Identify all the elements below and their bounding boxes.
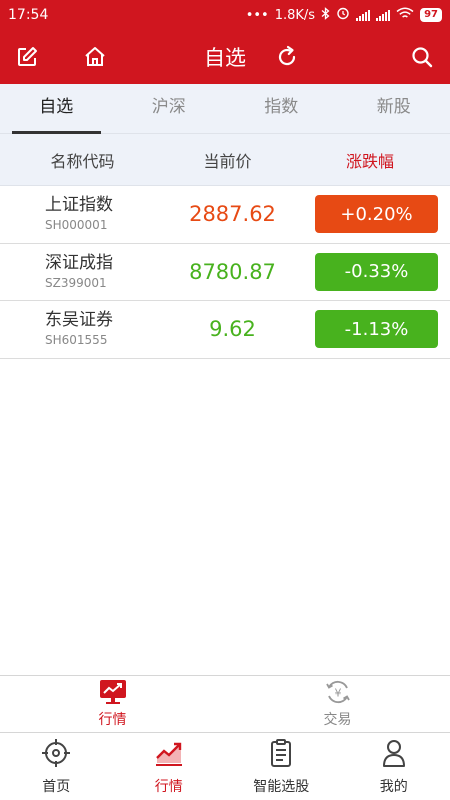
nav-market-label: 行情: [154, 778, 183, 795]
column-name-code[interactable]: 名称代码: [0, 148, 165, 172]
nav-mine[interactable]: 我的: [338, 733, 450, 800]
clipboard-icon: [266, 738, 296, 772]
nav-mine-label: 我的: [379, 778, 408, 795]
stock-code: SH601555: [45, 333, 108, 348]
svg-text:¥: ¥: [334, 687, 341, 700]
stock-change-cell: -0.33%: [300, 252, 450, 291]
yuan-exchange-icon: ¥: [324, 679, 352, 709]
change-badge[interactable]: +0.20%: [315, 195, 438, 234]
tab-new-shares[interactable]: 新股: [338, 84, 450, 133]
stock-change-cell: +0.20%: [300, 195, 450, 234]
stock-name-cell: 东吴证券 SH601555: [0, 309, 165, 349]
nav-home-label: 首页: [42, 778, 71, 795]
chart-monitor-icon: [99, 679, 127, 709]
status-right: ••• 1.8K/s 97: [246, 6, 442, 24]
page-title: 自选: [204, 46, 246, 70]
home-icon[interactable]: [78, 40, 112, 74]
wifi-icon: [396, 7, 414, 24]
stock-row[interactable]: 深证成指 SZ399001 8780.87 -0.33%: [0, 244, 450, 301]
stock-name-cell: 深证成指 SZ399001: [0, 252, 165, 292]
column-current-price[interactable]: 当前价: [165, 148, 290, 172]
stock-name-cell: 上证指数 SH000001: [0, 194, 165, 234]
change-badge[interactable]: -0.33%: [315, 252, 438, 291]
column-change-percent[interactable]: 涨跌幅: [290, 148, 450, 172]
category-tabs: 自选 沪深 指数 新股: [0, 84, 450, 134]
sub-nav: 行情 ¥ 交易: [0, 675, 450, 732]
nav-smart-picker-label: 智能选股: [253, 778, 310, 795]
stock-code: SZ399001: [45, 275, 107, 290]
subnav-trade-label: 交易: [323, 712, 352, 728]
nav-home[interactable]: 首页: [0, 733, 113, 800]
subnav-market[interactable]: 行情: [0, 676, 225, 732]
user-icon: [379, 738, 409, 772]
stock-name: 上证指数: [45, 195, 113, 216]
target-icon: [41, 738, 71, 772]
edit-icon[interactable]: [10, 40, 44, 74]
stock-row[interactable]: 东吴证券 SH601555 9.62 -1.13%: [0, 301, 450, 359]
nav-market[interactable]: 行情: [113, 733, 226, 800]
stock-name: 东吴证券: [45, 310, 113, 331]
stock-price: 9.62: [209, 317, 256, 342]
signal-icon-2: [376, 9, 391, 21]
bluetooth-icon: [321, 6, 330, 24]
stock-price: 8780.87: [189, 259, 276, 284]
trend-chart-icon: [154, 738, 184, 772]
subnav-market-label: 行情: [98, 712, 127, 728]
stock-price: 2887.62: [189, 202, 276, 227]
nav-smart-picker[interactable]: 智能选股: [225, 733, 338, 800]
title-bar: 自选: [0, 30, 450, 84]
status-bar: 17:54 ••• 1.8K/s 97: [0, 0, 450, 30]
stock-code: SH000001: [45, 218, 108, 233]
tab-shanghai-shenzhen[interactable]: 沪深: [113, 84, 226, 133]
stock-change-cell: -1.13%: [300, 310, 450, 349]
column-header: 名称代码 当前价 涨跌幅: [0, 134, 450, 186]
tab-index[interactable]: 指数: [225, 84, 338, 133]
net-speed: 1.8K/s: [274, 7, 316, 23]
bottom-nav: 首页 行情 智能选股 我的: [0, 732, 450, 800]
subnav-trade[interactable]: ¥ 交易: [225, 676, 450, 732]
signal-icon: [356, 9, 371, 21]
alarm-icon: [336, 6, 350, 24]
tab-watchlist[interactable]: 自选: [0, 84, 113, 134]
dots-icon: •••: [245, 7, 269, 23]
refresh-icon[interactable]: [270, 40, 304, 74]
change-badge[interactable]: -1.13%: [315, 310, 438, 349]
stock-name: 深证成指: [45, 252, 113, 273]
status-time: 17:54: [8, 7, 49, 23]
search-icon[interactable]: [405, 40, 439, 74]
stock-list: 上证指数 SH000001 2887.62 +0.20% 深证成指 SZ3990…: [0, 186, 450, 359]
battery-icon: 97: [420, 8, 442, 22]
stock-row[interactable]: 上证指数 SH000001 2887.62 +0.20%: [0, 186, 450, 244]
